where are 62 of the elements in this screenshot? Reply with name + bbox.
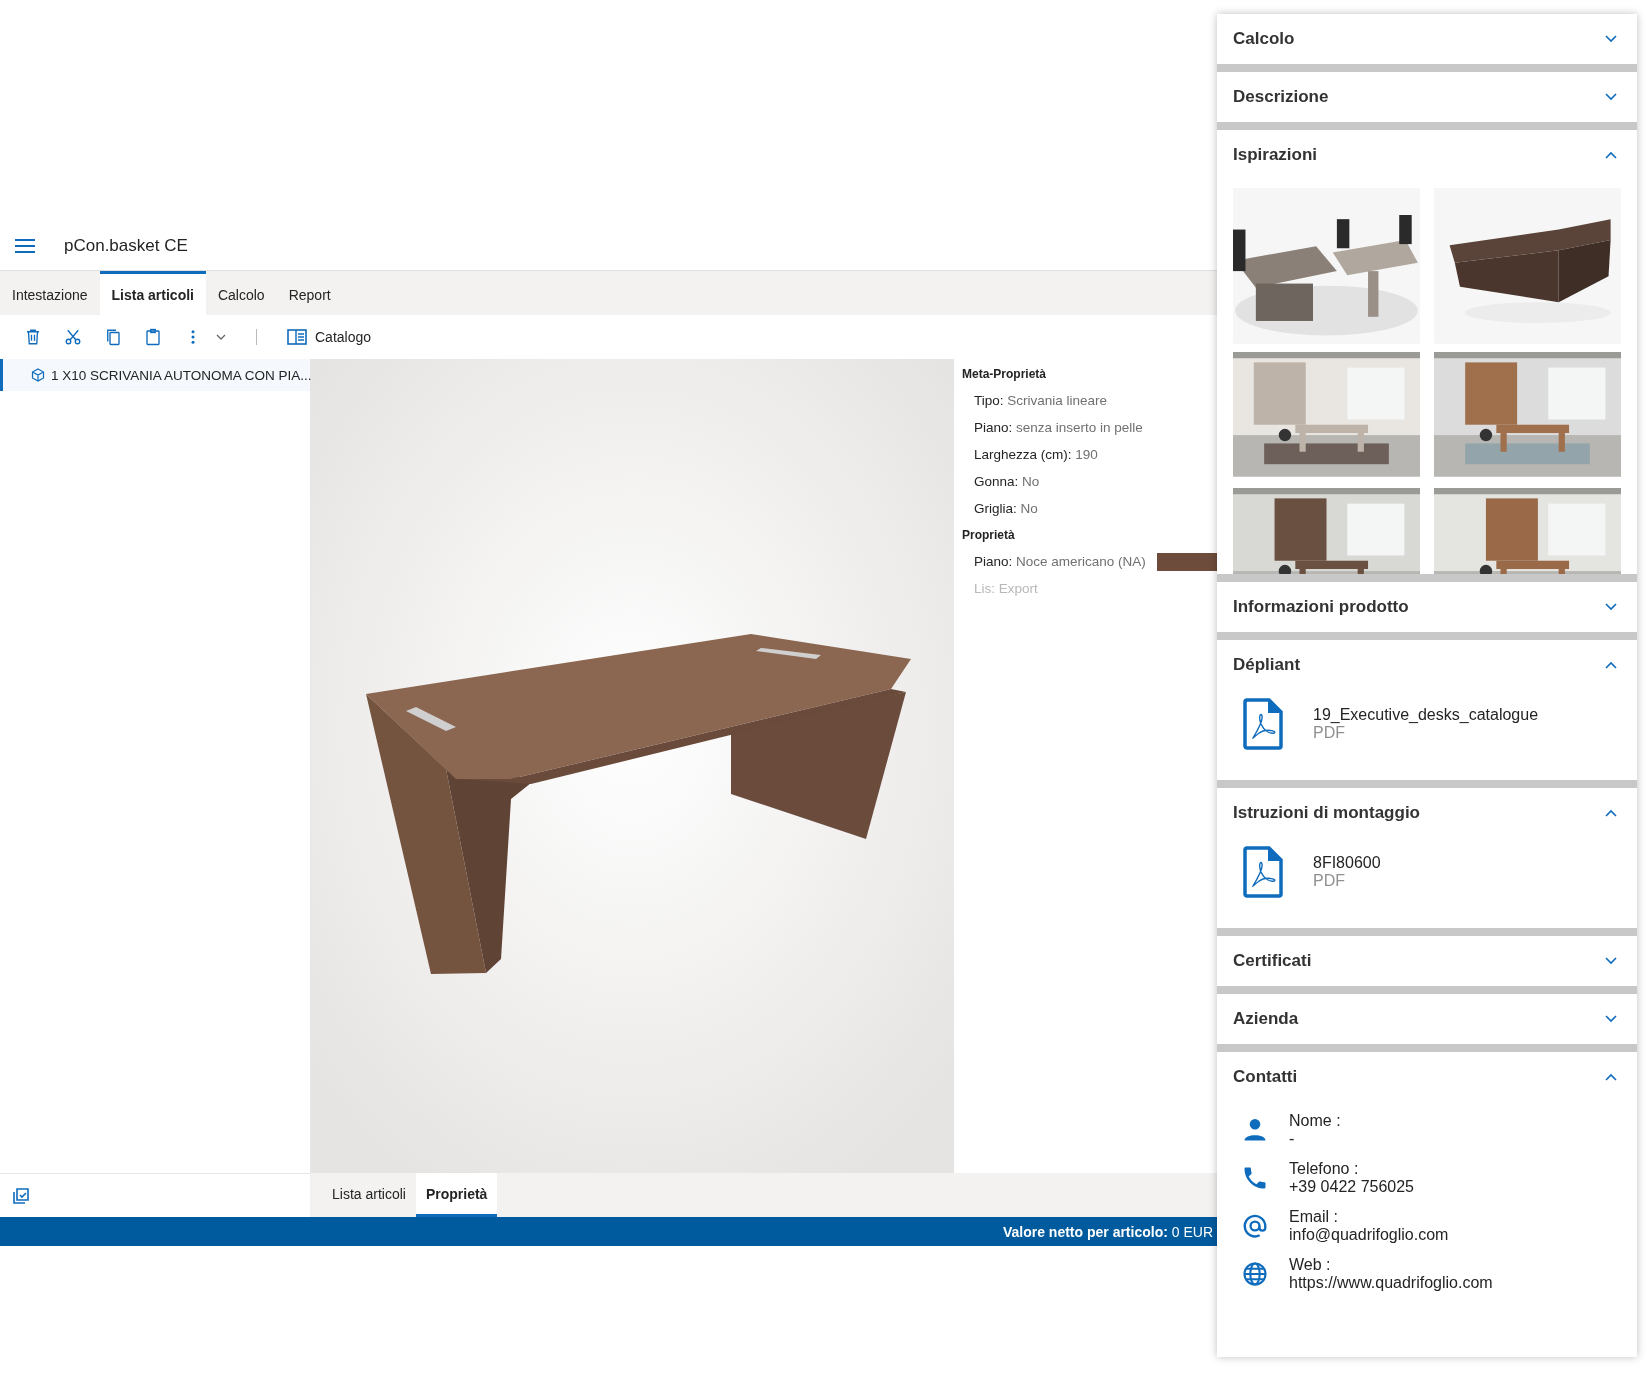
chevron-down-icon[interactable] — [1605, 603, 1617, 611]
chevron-up-icon[interactable] — [1605, 1073, 1617, 1081]
contact-label: Telefono : — [1289, 1160, 1360, 1178]
article-text: 1 X10 SCRIVANIA AUTONOMA CON PIA... — [51, 367, 312, 383]
app-title: pCon.basket CE — [64, 236, 188, 256]
file-type: PDF — [1313, 872, 1346, 890]
caret-icon[interactable] — [216, 333, 226, 341]
section-title[interactable]: Azienda — [1233, 1009, 1299, 1029]
property-row[interactable]: Larghezza (cm): 190 — [962, 447, 1098, 462]
contact-value[interactable]: info@quadrifoglio.com — [1289, 1226, 1449, 1244]
checklist-icon[interactable] — [12, 1186, 30, 1205]
tab[interactable]: Intestazione — [0, 271, 100, 315]
chevron-up-icon[interactable] — [1605, 809, 1617, 817]
section-title[interactable]: Informazioni prodotto — [1233, 597, 1409, 617]
section-title[interactable]: Ispirazioni — [1233, 145, 1318, 165]
property-row[interactable]: Piano: Noce americano (NA) — [962, 554, 1146, 569]
pdf-file-icon[interactable] — [1243, 698, 1283, 750]
property-row[interactable]: Griglia: No — [962, 501, 1038, 516]
section-title[interactable]: Certificati — [1233, 951, 1312, 971]
group-title: Meta-Proprietà — [962, 367, 1048, 381]
copy-icon[interactable] — [104, 328, 122, 346]
pdf-file-icon[interactable] — [1243, 846, 1283, 898]
tab[interactable]: Calcolo — [205, 271, 277, 315]
status-text: Valore netto per articolo: 0 EUR — [1002, 1223, 1214, 1240]
file-name[interactable]: 19_Executive_desks_catalogue — [1313, 706, 1539, 724]
chevron-down-icon[interactable] — [1605, 93, 1617, 101]
chevron-up-icon[interactable] — [1605, 151, 1617, 159]
book-icon — [287, 329, 307, 345]
cube-icon — [31, 368, 45, 382]
contact-label: Nome : — [1289, 1112, 1341, 1130]
section-title[interactable]: Istruzioni di montaggio — [1233, 803, 1420, 823]
trash-icon[interactable] — [24, 328, 42, 346]
contact-label: Web : — [1289, 1256, 1332, 1274]
tab[interactable]: Report — [276, 271, 343, 315]
section-title[interactable]: Calcolo — [1233, 29, 1295, 49]
chevron-down-icon[interactable] — [1605, 1015, 1617, 1023]
property-row[interactable]: Tipo: Scrivania lineare — [962, 393, 1108, 408]
tab[interactable]: Lista articoli — [322, 1173, 416, 1217]
section-title[interactable]: Dépliant — [1233, 655, 1301, 675]
clipboard-icon[interactable] — [144, 328, 162, 346]
contact-value: - — [1289, 1130, 1296, 1148]
at-sign-icon — [1241, 1212, 1269, 1240]
file-type: PDF — [1313, 724, 1346, 742]
catalog-button[interactable]: Catalogo — [287, 329, 372, 345]
menu-icon[interactable] — [14, 238, 36, 254]
section-title[interactable]: Descrizione — [1233, 87, 1329, 107]
section-title[interactable]: Contatti — [1233, 1067, 1298, 1087]
file-name[interactable]: 8FI80600 — [1313, 854, 1381, 872]
chevron-down-icon[interactable] — [1605, 35, 1617, 43]
property-row[interactable]: Piano: senza inserto in pelle — [962, 420, 1143, 435]
chevron-up-icon[interactable] — [1605, 661, 1617, 669]
group-title: Proprietà — [962, 528, 1016, 542]
contact-value[interactable]: https://www.quadrifoglio.com — [1289, 1274, 1493, 1292]
contact-label: Email : — [1289, 1208, 1339, 1226]
scissors-icon[interactable] — [64, 328, 82, 346]
tab[interactable]: Lista articoli — [99, 271, 206, 315]
contact-value[interactable]: +39 0422 756025 — [1289, 1178, 1414, 1196]
chevron-down-icon[interactable] — [1605, 957, 1617, 965]
globe-icon — [1241, 1260, 1269, 1288]
property-row[interactable]: Gonna: No — [962, 474, 1040, 489]
article-row[interactable]: 1 X10 SCRIVANIA AUTONOMA CON PIA... — [0, 359, 310, 391]
tab[interactable]: Proprietà — [415, 1173, 498, 1217]
